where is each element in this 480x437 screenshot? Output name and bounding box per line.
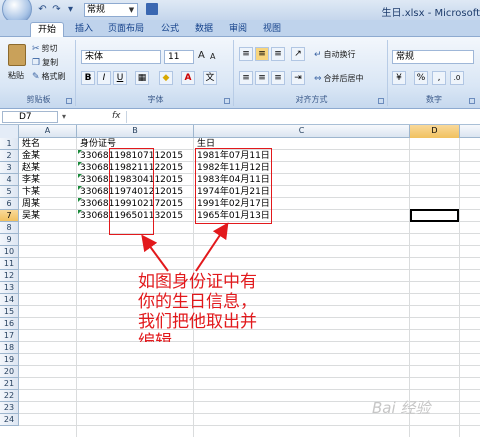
italic-button[interactable]: I	[97, 71, 111, 85]
alignment-group: ≡ ≡ ≡ ↗ ↵ 自动换行 ≡ ≡ ≡ ⇥ ⇔ 合并后居中 对齐方式	[236, 40, 388, 106]
annotation-line-1: 如图身份证中有	[138, 272, 257, 292]
wrap-text-button[interactable]: ↵ 自动换行	[314, 49, 356, 61]
align-center-icon[interactable]: ≡	[255, 71, 269, 85]
format-painter-button[interactable]: ✎ 格式刷	[32, 71, 66, 83]
tab-view[interactable]: 视图	[258, 22, 286, 37]
tab-review[interactable]: 审阅	[224, 22, 252, 37]
font-size-combo[interactable]: 11	[164, 50, 194, 64]
align-left-icon[interactable]: ≡	[239, 71, 253, 85]
align-middle-icon[interactable]: ≡	[255, 47, 269, 61]
align-bottom-icon[interactable]: ≡	[271, 47, 285, 61]
window-title: 生日.xlsx - Microsoft	[381, 8, 480, 19]
number-launcher-icon[interactable]	[469, 98, 475, 104]
clipboard-group-label: 剪贴板	[26, 95, 51, 104]
ribbon-tabs: 开始 插入 页面布局 公式 数据 审阅 视图	[0, 20, 480, 37]
font-name-combo[interactable]: 宋体	[81, 50, 161, 64]
currency-icon[interactable]: ¥	[392, 71, 406, 85]
quick-access-font-dropdown-icon[interactable]: ▼	[125, 3, 138, 17]
copy-icon: ❐	[32, 58, 41, 68]
name-box-dropdown-icon[interactable]: ▾	[62, 112, 66, 121]
watermark-logo: Bai 经验	[372, 399, 431, 417]
wrap-icon: ↵	[314, 50, 322, 60]
bold-button[interactable]: B	[81, 71, 95, 85]
number-group-label: 数字	[426, 95, 442, 104]
align-top-icon[interactable]: ≡	[239, 47, 253, 61]
save-icon[interactable]	[146, 3, 158, 15]
quick-access-dropdown-icon[interactable]: ▾	[64, 3, 77, 16]
orientation-icon[interactable]: ↗	[291, 47, 305, 61]
tab-page-layout[interactable]: 页面布局	[104, 22, 148, 37]
copy-button[interactable]: ❐ 复制	[32, 57, 58, 69]
increase-decimal-icon[interactable]: .0	[450, 71, 464, 85]
arrow-to-id-digits	[141, 234, 169, 272]
comma-button[interactable]: ,	[432, 71, 446, 85]
cut-button[interactable]: ✂ 剪切	[32, 43, 58, 55]
annotation-text: 如图身份证中有 你的生日信息， 我们把他取出并 编辑	[138, 272, 298, 342]
borders-icon[interactable]: ▦	[135, 71, 149, 85]
formula-input[interactable]	[126, 111, 478, 123]
align-right-icon[interactable]: ≡	[271, 71, 285, 85]
cut-label: 剪切	[41, 44, 58, 53]
title-bar: ↶ ↷ ▾ 常规 ▼ 生日.xlsx - Microsoft	[0, 0, 480, 24]
clipboard-group: 粘贴 ✂ 剪切 ❐ 复制 ✎ 格式刷 剪贴板	[2, 40, 76, 106]
fill-color-icon[interactable]: ◆	[159, 71, 173, 85]
wrap-text-label: 自动换行	[323, 50, 356, 59]
underline-button[interactable]: U	[113, 71, 127, 85]
font-group: 宋体 11 A A B I U ▦ ◆ A 文 字体	[78, 40, 234, 106]
number-format-combo[interactable]: 常规	[392, 50, 474, 64]
shrink-font-button[interactable]: A	[210, 51, 215, 62]
indent-icon[interactable]: ⇥	[291, 71, 305, 85]
formula-bar: D7 ▾ fx	[0, 110, 480, 125]
scissors-icon: ✂	[32, 44, 40, 54]
fx-icon[interactable]: fx	[112, 111, 121, 121]
clipboard-launcher-icon[interactable]	[66, 98, 72, 104]
paste-icon[interactable]	[8, 44, 26, 66]
brush-icon: ✎	[32, 72, 40, 82]
alignment-launcher-icon[interactable]	[378, 98, 384, 104]
annotation-line-2: 你的生日信息，	[138, 292, 257, 312]
ribbon: 粘贴 ✂ 剪切 ❐ 复制 ✎ 格式刷 剪贴板 宋体 11 A A B I U ▦ ◆ …	[0, 37, 480, 109]
grow-font-button[interactable]: A	[198, 50, 205, 61]
font-color-button[interactable]: A	[181, 71, 195, 85]
merge-center-button[interactable]: ⇔ 合并后居中	[314, 73, 364, 85]
annotation-line-4: 编辑	[138, 332, 172, 342]
merge-icon: ⇔	[314, 74, 322, 84]
redo-icon[interactable]: ↷	[50, 3, 63, 16]
percent-button[interactable]: %	[414, 71, 428, 85]
font-launcher-icon[interactable]	[224, 98, 230, 104]
merge-label: 合并后居中	[323, 74, 364, 83]
arrow-to-birthday	[195, 222, 229, 272]
copy-label: 复制	[42, 58, 59, 67]
number-group: 常规 ¥ % , .0 数字	[390, 40, 478, 106]
annotation-line-3: 我们把他取出并	[138, 312, 257, 332]
paste-button[interactable]: 粘贴	[8, 70, 24, 81]
tab-data[interactable]: 数据	[190, 22, 218, 37]
font-group-label: 字体	[147, 95, 164, 104]
tab-home[interactable]: 开始	[30, 22, 64, 37]
tab-formulas[interactable]: 公式	[156, 22, 184, 37]
phonetic-button[interactable]: 文	[203, 71, 217, 85]
format-painter-label: 格式刷	[41, 72, 66, 81]
name-box[interactable]: D7	[2, 111, 58, 123]
alignment-group-label: 对齐方式	[295, 95, 328, 104]
undo-icon[interactable]: ↶	[36, 3, 49, 16]
tab-insert[interactable]: 插入	[70, 22, 98, 37]
